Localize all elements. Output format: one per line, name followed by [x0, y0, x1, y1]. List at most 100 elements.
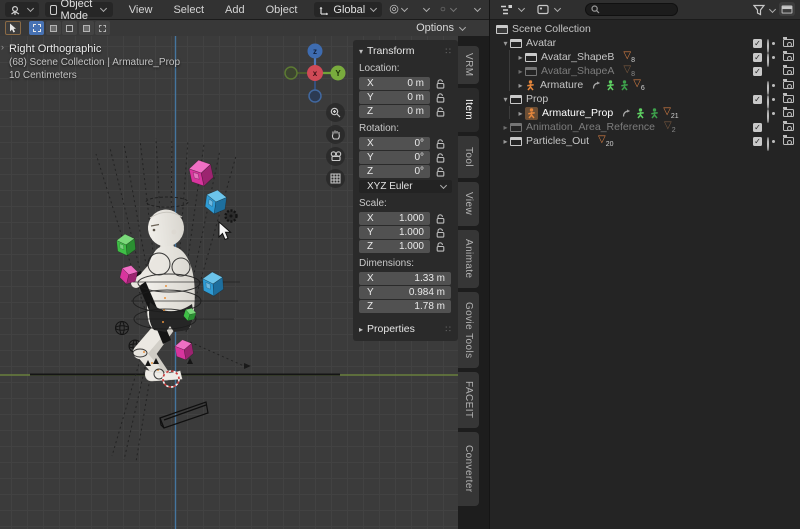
panel-grip-icon[interactable]: ∷ — [445, 324, 452, 335]
outliner-row-armature-prop[interactable]: ▸ Armature_Prop — [494, 106, 796, 120]
display-mode-button[interactable] — [532, 2, 566, 17]
orthographic-toggle-button[interactable] — [326, 169, 345, 188]
region-divider[interactable] — [489, 0, 490, 529]
chevron-down-icon[interactable] — [423, 6, 431, 14]
location-z-field[interactable]: Z 0 m — [359, 105, 430, 118]
hide-toggle[interactable] — [767, 54, 779, 61]
lock-icon[interactable] — [430, 79, 451, 89]
collapse-icon[interactable]: ▾ — [501, 39, 510, 48]
rotation-y-field[interactable]: Y 0° — [359, 151, 430, 164]
select-box-tool-button[interactable] — [29, 21, 44, 35]
toolbar-expand-arrow[interactable]: › — [1, 42, 4, 52]
outliner-row-particles-out[interactable]: ▸ Particles_Out ▽20 ✓ — [494, 134, 796, 148]
panel-grip-icon[interactable]: ∷ — [445, 46, 452, 57]
outliner-row-armature[interactable]: ▸ Armature ▽6 — [494, 78, 796, 92]
expand-icon[interactable]: ▸ — [501, 123, 510, 132]
tab-item[interactable]: Item — [458, 88, 479, 132]
chevron-down-icon[interactable] — [768, 6, 776, 14]
exclude-checkbox[interactable]: ✓ — [753, 53, 762, 62]
tab-converter[interactable]: Converter — [458, 432, 479, 506]
tab-view[interactable]: View — [458, 182, 479, 226]
editor-type-button[interactable] — [5, 2, 39, 17]
transform-panel-header[interactable]: ▾ Transform ∷ — [359, 45, 452, 57]
dimension-y-field[interactable]: Y 0.984 m — [359, 286, 451, 299]
pan-button[interactable] — [326, 125, 345, 144]
outliner-search-input[interactable] — [585, 3, 678, 16]
gizmo-z-neg-axis[interactable] — [309, 90, 321, 102]
select-mode-subtract-button[interactable] — [79, 21, 94, 35]
expand-icon[interactable]: ▸ — [516, 109, 525, 118]
hide-toggle[interactable] — [767, 82, 779, 89]
select-mode-intersect-button[interactable] — [95, 21, 110, 35]
lock-icon[interactable] — [430, 242, 451, 252]
render-camera-icon[interactable] — [783, 137, 794, 145]
render-camera-icon[interactable] — [783, 53, 794, 61]
render-camera-icon[interactable] — [783, 123, 794, 131]
exclude-checkbox[interactable]: ✓ — [753, 123, 762, 132]
hide-toggle[interactable] — [767, 70, 779, 77]
proportional-edit-icon[interactable]: ○ — [440, 5, 446, 15]
expand-icon[interactable]: ▸ — [516, 67, 525, 76]
dimension-x-field[interactable]: X 1.33 m — [359, 272, 451, 285]
new-collection-button[interactable] — [779, 2, 795, 16]
menu-select[interactable]: Select — [170, 4, 207, 16]
tab-vrm[interactable]: VRM — [458, 46, 479, 84]
tab-animate[interactable]: Animate — [458, 230, 479, 288]
collapse-icon[interactable]: ▾ — [501, 95, 510, 104]
lock-icon[interactable] — [430, 93, 451, 103]
hide-toggle[interactable] — [767, 110, 779, 117]
tweak-tool-button[interactable] — [5, 21, 21, 35]
outliner-row-avatar-shapea[interactable]: ▸ Avatar_ShapeA ▽8 ✓ — [494, 64, 796, 78]
lock-icon[interactable] — [430, 167, 451, 177]
transform-orientation-select[interactable]: Global — [314, 2, 382, 17]
zoom-button[interactable] — [326, 103, 345, 122]
render-camera-icon[interactable] — [783, 95, 794, 103]
location-x-field[interactable]: X 0 m — [359, 77, 430, 90]
hide-toggle[interactable] — [767, 138, 779, 145]
hide-toggle[interactable] — [767, 126, 779, 133]
render-camera-icon[interactable] — [783, 39, 794, 47]
scale-x-field[interactable]: X 1.000 — [359, 212, 430, 225]
lock-icon[interactable] — [430, 228, 451, 238]
expand-icon[interactable]: ▸ — [516, 53, 525, 62]
expand-icon[interactable]: ▸ — [501, 137, 510, 146]
outliner-row-prop[interactable]: ▾ Prop ✓ — [494, 92, 796, 106]
menu-view[interactable]: View — [126, 4, 156, 16]
expand-icon[interactable]: ▸ — [516, 81, 525, 90]
lock-icon[interactable] — [430, 107, 451, 117]
exclude-checkbox[interactable]: ✓ — [753, 39, 762, 48]
pivot-point-button[interactable]: ◎ — [389, 4, 399, 15]
filter-icon[interactable] — [753, 4, 766, 16]
scale-y-field[interactable]: Y 1.000 — [359, 226, 430, 239]
properties-panel-header[interactable]: ▸ Properties ∷ — [359, 323, 452, 335]
tab-faceit[interactable]: FACEIT — [458, 372, 479, 428]
chevron-down-icon[interactable] — [401, 6, 409, 14]
lock-icon[interactable] — [430, 153, 451, 163]
rotation-z-field[interactable]: Z 0° — [359, 165, 430, 178]
outliner-row-avatar[interactable]: ▾ Avatar ✓ — [494, 36, 796, 50]
navigation-gizmo[interactable]: z x Y — [283, 42, 347, 106]
exclude-checkbox[interactable]: ✓ — [753, 137, 762, 146]
menu-object[interactable]: Object — [263, 4, 301, 16]
outliner-row-animation-area-reference[interactable]: ▸ Animation_Area_Reference ▽2 ✓ — [494, 120, 796, 134]
rotation-mode-select[interactable]: XYZ Euler — [359, 180, 452, 193]
rotation-x-field[interactable]: X 0° — [359, 137, 430, 150]
object-mode-select[interactable]: Object Mode — [45, 2, 113, 17]
tab-tool[interactable]: Tool — [458, 136, 479, 178]
camera-view-button[interactable] — [326, 147, 345, 166]
hide-toggle[interactable] — [767, 40, 779, 47]
select-mode-set-button[interactable] — [46, 21, 61, 35]
location-y-field[interactable]: Y 0 m — [359, 91, 430, 104]
render-camera-icon[interactable] — [783, 81, 794, 89]
lock-icon[interactable] — [430, 214, 451, 224]
outliner-row-avatar-shapeb[interactable]: ▸ Avatar_ShapeB ▽8 ✓ — [494, 50, 796, 64]
outliner-editor-button[interactable] — [495, 2, 530, 17]
exclude-checkbox[interactable]: ✓ — [753, 67, 762, 76]
lock-icon[interactable] — [430, 139, 451, 149]
menu-add[interactable]: Add — [222, 4, 248, 16]
dimension-z-field[interactable]: Z 1.78 m — [359, 300, 451, 313]
render-camera-icon[interactable] — [783, 109, 794, 117]
scale-z-field[interactable]: Z 1.000 — [359, 240, 430, 253]
select-mode-extend-button[interactable] — [62, 21, 77, 35]
options-dropdown[interactable]: Options — [416, 22, 466, 34]
